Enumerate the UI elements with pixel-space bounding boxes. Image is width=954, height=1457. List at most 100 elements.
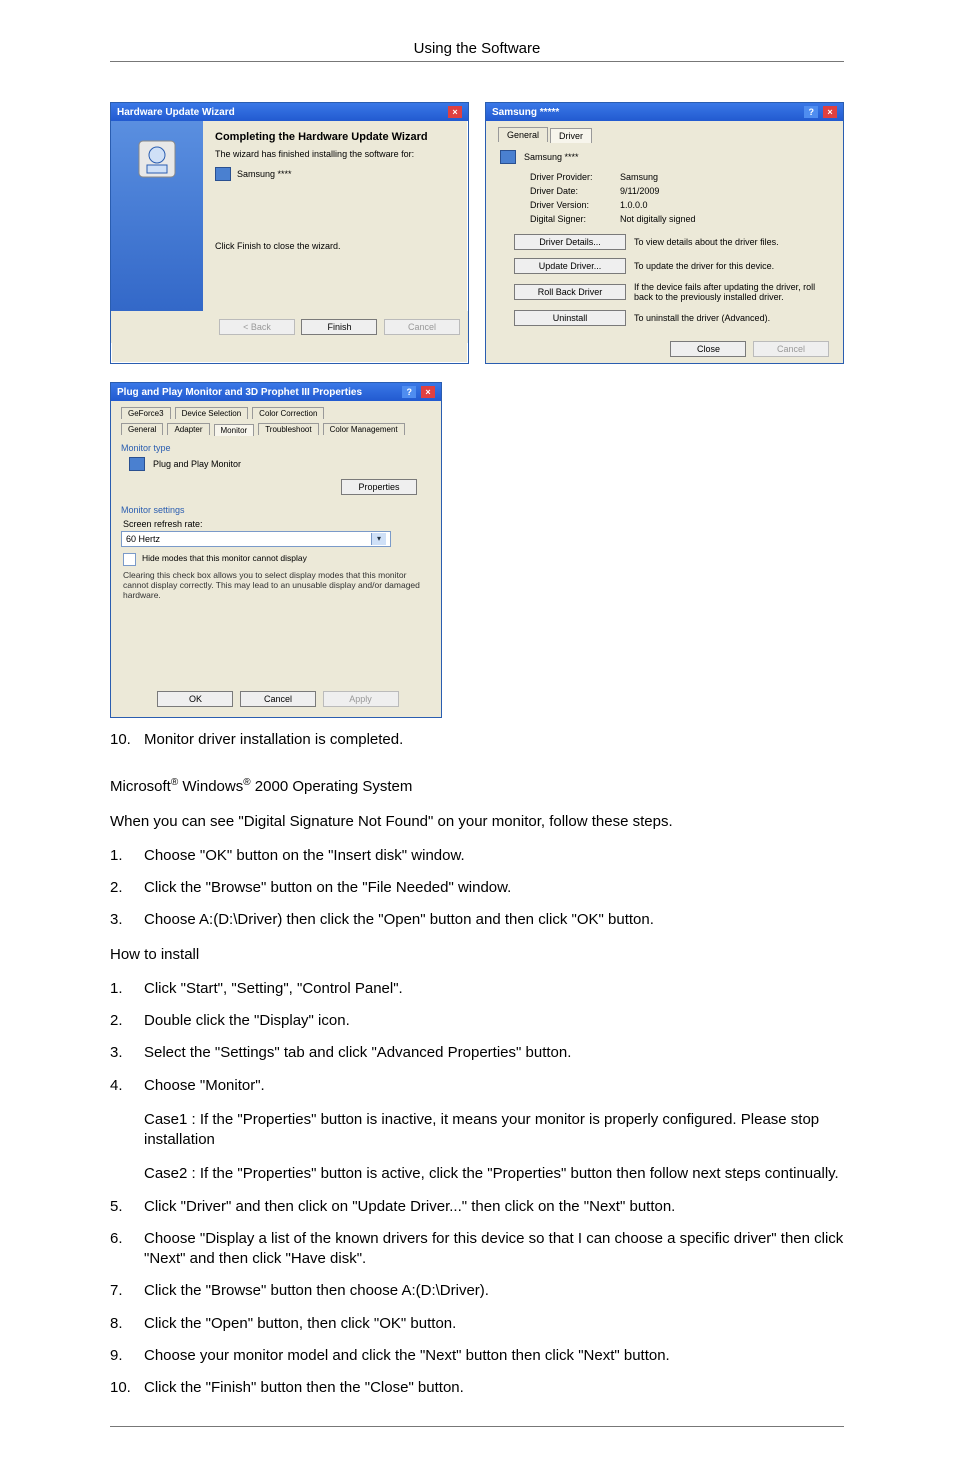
ok-button[interactable]: OK — [157, 691, 233, 707]
tab-general[interactable]: General — [498, 127, 548, 142]
driver-tabs: General Driver — [498, 127, 829, 142]
wizard-body: Completing the Hardware Update Wizard Th… — [111, 121, 468, 311]
driver-details-row: Driver Details... To view details about t… — [510, 234, 829, 250]
text: Windows — [178, 778, 243, 795]
tab-adapter[interactable]: Adapter — [167, 423, 209, 435]
list-item: 4. Choose "Monitor". Case1 : If the "Pro… — [110, 1076, 844, 1185]
list-number: 6. — [110, 1229, 144, 1270]
list-text: Choose A:(D:\Driver) then click the "Ope… — [144, 910, 654, 930]
tab-color-correction[interactable]: Color Correction — [252, 407, 324, 419]
driver-footer: Close Cancel — [500, 341, 829, 357]
help-icon[interactable]: ? — [804, 106, 818, 118]
close-button[interactable]: Close — [670, 341, 746, 357]
list-text: Double click the "Display" icon. — [144, 1011, 350, 1031]
list-item: 3.Choose A:(D:\Driver) then click the "O… — [110, 910, 844, 930]
list-number: 10. — [110, 730, 144, 750]
document-body: 10.Monitor driver installation is comple… — [110, 730, 844, 1398]
wizard-window: Hardware Update Wizard × Completing the … — [110, 102, 469, 364]
list-item: 9.Choose your monitor model and click th… — [110, 1346, 844, 1366]
tab-general[interactable]: General — [121, 423, 163, 435]
driver-details-desc: To view details about the driver files. — [634, 237, 829, 247]
close-icon[interactable]: × — [823, 106, 837, 118]
leadin-paragraph: When you can see "Digital Signature Not … — [110, 812, 844, 832]
driver-device-name: Samsung **** — [524, 152, 579, 162]
header-rule — [110, 61, 844, 62]
list-number: 1. — [110, 846, 144, 866]
cancel-button[interactable]: Cancel — [240, 691, 316, 707]
uninstall-driver-button[interactable]: Uninstall — [514, 310, 626, 326]
steps-signature: 1.Choose "OK" button on the "Insert disk… — [110, 846, 844, 931]
list-number: 2. — [110, 1011, 144, 1031]
refresh-select[interactable]: 60 Hertz ▾ — [121, 531, 391, 547]
update-driver-row: Update Driver... To update the driver for… — [510, 258, 829, 274]
cancel-button: Cancel — [384, 319, 460, 335]
monitor-type-line: Plug and Play Monitor — [129, 457, 431, 471]
close-icon[interactable]: × — [421, 386, 435, 398]
list-text: Choose your monitor model and click the … — [144, 1346, 670, 1366]
list-text: Click the "Finish" button then the "Clos… — [144, 1378, 464, 1398]
driver-provider-row: Driver Provider:Samsung — [530, 172, 829, 182]
page-title: Using the Software — [110, 40, 844, 57]
list-item: 2.Click the "Browse" button on the "File… — [110, 878, 844, 898]
wizard-titlebar: Hardware Update Wizard × — [111, 103, 468, 121]
value: 9/11/2009 — [620, 186, 659, 196]
rollback-driver-row: Roll Back DriverIf the device fails afte… — [510, 282, 829, 302]
driver-version-row: Driver Version:1.0.0.0 — [530, 200, 829, 210]
list-item: 3.Select the "Settings" tab and click "A… — [110, 1043, 844, 1063]
os-line: Microsoft® Windows® 2000 Operating Syste… — [110, 776, 844, 797]
hardware-icon — [133, 135, 181, 183]
tab-troubleshoot[interactable]: Troubleshoot — [258, 423, 318, 435]
list-number: 2. — [110, 878, 144, 898]
list-text: Click the "Browse" button then choose A:… — [144, 1281, 489, 1301]
list-item: 10.Click the "Finish" button then the "C… — [110, 1378, 844, 1398]
close-icon[interactable]: × — [448, 106, 462, 118]
pnp-window-buttons: ? × — [400, 386, 435, 398]
chevron-down-icon[interactable]: ▾ — [371, 533, 386, 545]
tab-monitor[interactable]: Monitor — [214, 424, 255, 436]
back-button: < Back — [219, 319, 295, 335]
pnp-title: Plug and Play Monitor and 3D Prophet III… — [117, 387, 362, 398]
driver-details-button[interactable]: Driver Details... — [514, 234, 626, 250]
label: Digital Signer: — [530, 214, 620, 224]
list-item: 10.Monitor driver installation is comple… — [110, 730, 844, 750]
properties-row: Properties — [121, 479, 417, 495]
tab-device-selection[interactable]: Device Selection — [175, 407, 249, 419]
list-text: Click "Start", "Setting", "Control Panel… — [144, 979, 403, 999]
finish-button[interactable]: Finish — [301, 319, 377, 335]
update-driver-desc: To update the driver for this device. — [634, 261, 829, 271]
tab-geforce[interactable]: GeForce3 — [121, 407, 171, 419]
case1-text: Case1 : If the "Properties" button is in… — [144, 1110, 844, 1151]
list-number: 8. — [110, 1314, 144, 1334]
properties-button[interactable]: Properties — [341, 479, 417, 495]
label: Driver Version: — [530, 200, 620, 210]
rollback-driver-button[interactable]: Roll Back Driver — [514, 284, 626, 300]
wizard-device-line: Samsung **** — [215, 167, 456, 181]
wizard-content: Completing the Hardware Update Wizard Th… — [203, 121, 468, 311]
list-number: 4. — [110, 1076, 144, 1185]
list-text: Monitor driver installation is completed… — [144, 730, 403, 750]
driver-title: Samsung ***** — [492, 107, 559, 118]
wizard-window-buttons: × — [446, 106, 462, 118]
footer-rule — [110, 1426, 844, 1427]
tab-color-management[interactable]: Color Management — [323, 423, 405, 435]
list-number: 7. — [110, 1281, 144, 1301]
help-icon[interactable]: ? — [402, 386, 416, 398]
pnp-body: GeForce3 Device Selection Color Correcti… — [111, 401, 441, 717]
wizard-subtext: The wizard has finished installing the s… — [215, 149, 456, 159]
value: Not digitally signed — [620, 214, 696, 224]
text: Microsoft — [110, 778, 171, 795]
pnp-footer: OK Cancel Apply — [121, 691, 431, 707]
hide-modes-checkbox[interactable]: Hide modes that this monitor cannot disp… — [123, 553, 429, 566]
wizard-footnote: Click Finish to close the wizard. — [215, 241, 456, 251]
monitor-icon — [129, 457, 145, 471]
list-item: 7.Click the "Browse" button then choose … — [110, 1281, 844, 1301]
driver-body: General Driver Samsung **** Driver Provi… — [486, 121, 843, 363]
tab-driver[interactable]: Driver — [550, 128, 592, 143]
list-number: 1. — [110, 979, 144, 999]
monitor-settings-group: Monitor settings — [121, 505, 431, 515]
update-driver-button[interactable]: Update Driver... — [514, 258, 626, 274]
driver-signer-row: Digital Signer:Not digitally signed — [530, 214, 829, 224]
value: Samsung — [620, 172, 658, 182]
checkbox-icon[interactable] — [123, 553, 136, 566]
list-text: Choose "OK" button on the "Insert disk" … — [144, 846, 465, 866]
